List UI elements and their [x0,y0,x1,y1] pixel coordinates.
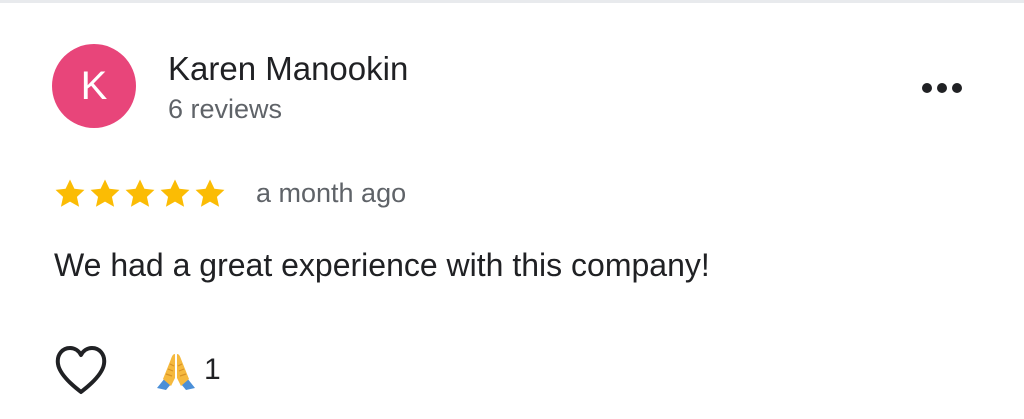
star-icon [90,179,120,207]
reviewer-name[interactable]: Karen Manookin [168,50,408,88]
more-options-icon-dot [937,83,947,93]
star-icon [55,179,85,207]
reaction-count: 1 [204,353,221,386]
more-options-icon [922,83,932,93]
star-rating [53,175,227,213]
more-options-icon-dot [952,83,962,93]
review-count[interactable]: 6 reviews [168,93,282,125]
reaction-folded-hands[interactable]: 1 [154,348,221,392]
review-date: a month ago [256,178,407,208]
star-icon [195,179,225,207]
top-divider [0,0,1024,3]
avatar[interactable]: K [52,44,136,128]
more-options-button[interactable] [910,70,974,106]
folded-hands-emoji-icon [157,354,195,390]
star-icon [160,179,190,207]
avatar-initial: K [80,63,108,108]
like-button[interactable] [52,342,110,398]
star-icon [125,179,155,207]
heart-outline-icon [55,346,107,394]
review-text: We had a great experience with this comp… [54,247,710,283]
